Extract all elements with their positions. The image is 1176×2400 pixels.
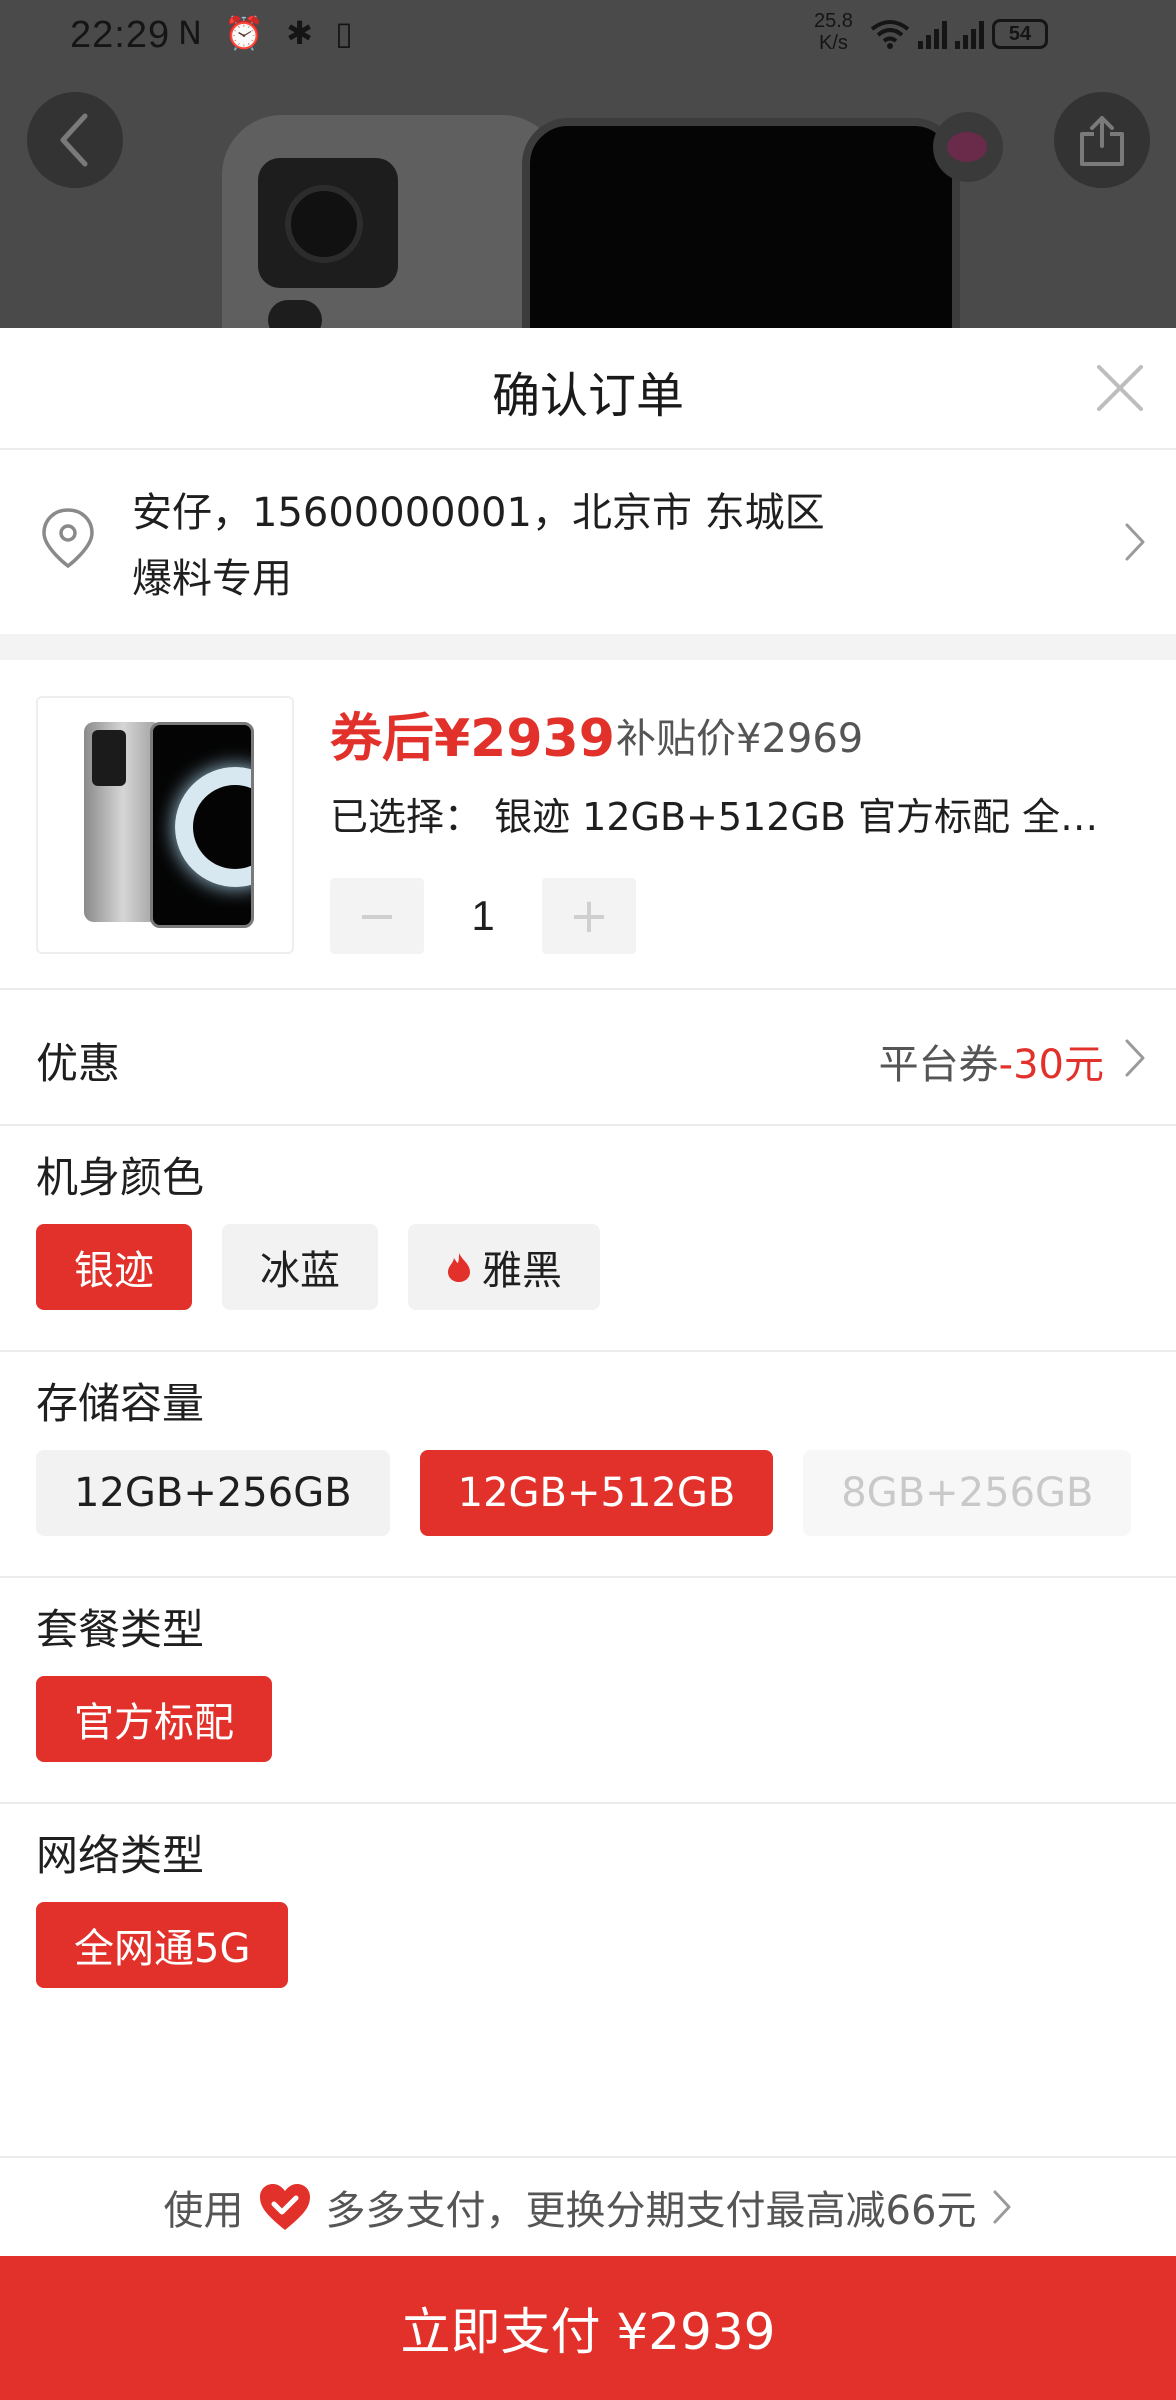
- thumbnail-phone-front: [150, 722, 254, 928]
- product-summary: 券后¥2939 补贴价¥2969 已选择： 银迹 12GB+512GB 官方标配…: [0, 660, 1176, 990]
- selected-spec: 已选择： 银迹 12GB+512GB 官方标配 全网…: [330, 795, 1130, 839]
- product-thumbnail: [36, 696, 294, 954]
- package-option-standard[interactable]: 官方标配: [36, 1676, 272, 1762]
- status-time: 22:29: [70, 14, 171, 56]
- sheet-header: 确认订单: [0, 328, 1176, 450]
- pay-hint-prefix: 使用: [163, 2188, 244, 2234]
- network-speed-unit: K/s: [819, 32, 848, 54]
- signal-icon-2: [955, 19, 984, 49]
- address-row[interactable]: 安仔，15600000001，北京市 东城区 爆料专用: [0, 450, 1176, 634]
- network-options: 全网通5G: [36, 1902, 289, 1988]
- discount-row[interactable]: 优惠 平台券-30元: [0, 990, 1176, 1126]
- status-right-icons: 54: [870, 16, 1048, 52]
- storage-section-title: 存储容量: [36, 1379, 205, 1428]
- color-option-silver[interactable]: 银迹: [36, 1224, 192, 1310]
- discount-value: 平台券-30元: [879, 1032, 1104, 1090]
- chevron-left-icon: [60, 113, 88, 167]
- address-contact-line: 安仔，15600000001，北京市 东城区: [132, 490, 825, 536]
- flame-icon: [448, 1253, 470, 1282]
- address-detail-line: 爆料专用: [132, 556, 292, 602]
- color-section: 机身颜色 银迹 冰蓝 雅黑: [0, 1126, 1176, 1350]
- color-section-title: 机身颜色: [36, 1153, 205, 1202]
- heart-check-icon: [259, 2184, 310, 2230]
- subsidy-price: 补贴价¥2969: [616, 716, 864, 762]
- discount-label: 优惠: [36, 1039, 121, 1088]
- phone-front-image: [522, 118, 960, 328]
- location-pin-icon: [42, 508, 94, 569]
- product-gallery-backdrop: 22:29 N ⏰ ✱ ▯ 25.8 K/s 54: [0, 0, 1176, 328]
- network-section: 网络类型 全网通5G: [0, 1804, 1176, 2028]
- chevron-right-icon: [993, 2190, 1011, 2224]
- watermark-url: zhizhizhi.com: [1028, 2054, 1125, 2071]
- discount-type: 平台券: [878, 1042, 999, 1088]
- quantity-stepper: − 1 +: [330, 878, 636, 954]
- section-divider: [0, 634, 1176, 660]
- sheet-title: 确认订单: [491, 368, 684, 424]
- share-button[interactable]: [1054, 92, 1150, 188]
- quantity-value: 1: [471, 892, 495, 939]
- color-option-blue[interactable]: 冰蓝: [222, 1224, 378, 1310]
- storage-option-12-512[interactable]: 12GB+512GB: [419, 1450, 774, 1536]
- pay-now-label: 立即支付 ¥2939: [400, 2303, 776, 2361]
- color-option-black[interactable]: 雅黑: [408, 1224, 600, 1310]
- storage-option-12-256[interactable]: 12GB+256GB: [36, 1450, 390, 1536]
- package-section: 套餐类型 官方标配: [0, 1578, 1176, 1802]
- storage-options: 12GB+256GB 12GB+512GB 8GB+256GB: [36, 1450, 1132, 1536]
- phone-flash: [268, 300, 322, 328]
- status-bar: 22:29 N ⏰ ✱ ▯ 25.8 K/s 54: [0, 0, 1176, 70]
- storage-section: 存储容量 12GB+256GB 12GB+512GB 8GB+256GB: [0, 1352, 1176, 1576]
- brand-logo-icon: [933, 112, 1003, 182]
- package-section-title: 套餐类型: [36, 1605, 205, 1654]
- storage-option-8-256: 8GB+256GB: [803, 1450, 1132, 1536]
- back-button[interactable]: [27, 92, 123, 188]
- price-after-coupon: 券后¥2939: [330, 709, 615, 769]
- payment-method-hint[interactable]: 使用 多多支付，更换分期支付最高减66元: [0, 2156, 1176, 2256]
- pay-now-button[interactable]: 立即支付 ¥2939: [0, 2256, 1176, 2400]
- pay-hint-text: 多多支付，更换分期支付最高减66元: [325, 2188, 977, 2234]
- thumbnail-camera: [92, 730, 126, 786]
- network-speed: 25.8 K/s: [814, 10, 853, 54]
- network-speed-value: 25.8: [814, 10, 853, 32]
- confirm-order-sheet: 确认订单 安仔，15600000001，北京市 东城区 爆料专用 券后¥2939…: [0, 328, 1176, 2400]
- thumbnail-wallpaper-ring: [175, 767, 251, 887]
- discount-amount: -30元: [998, 1042, 1104, 1088]
- phone-camera-lens: [285, 185, 363, 263]
- status-left-icons: N ⏰ ✱ ▯: [178, 14, 359, 52]
- wifi-icon: [870, 20, 910, 49]
- color-options: 银迹 冰蓝 雅黑: [36, 1224, 600, 1310]
- battery-icon: 54: [992, 19, 1048, 49]
- increase-quantity-button[interactable]: +: [542, 878, 636, 954]
- share-icon: [1080, 116, 1124, 166]
- signal-icon: [918, 19, 947, 49]
- chevron-right-icon: [1125, 523, 1145, 561]
- package-options: 官方标配: [36, 1676, 272, 1762]
- close-icon[interactable]: [1093, 361, 1147, 415]
- network-section-title: 网络类型: [36, 1831, 205, 1880]
- network-option-5g[interactable]: 全网通5G: [36, 1902, 289, 1988]
- decrease-quantity-button[interactable]: −: [330, 878, 424, 954]
- chevron-right-icon: [1125, 1039, 1145, 1077]
